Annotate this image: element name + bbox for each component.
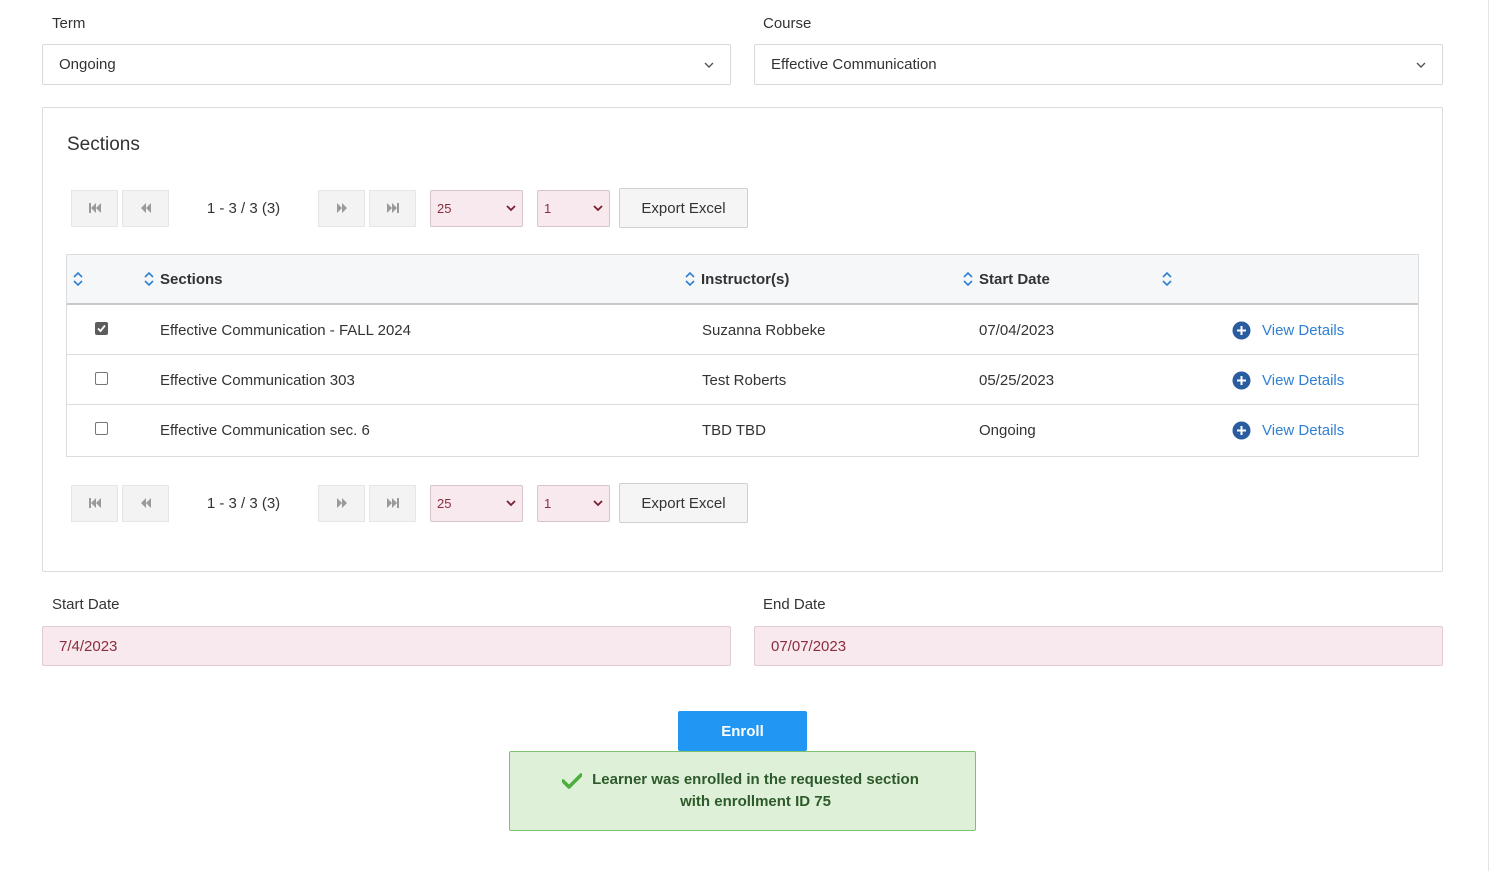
header-instructors[interactable]: Instructor(s) <box>685 255 789 303</box>
sort-icon <box>685 272 695 286</box>
end-date-label: End Date <box>763 596 826 613</box>
header-instructors-label: Instructor(s) <box>701 270 790 288</box>
chevron-down-icon <box>704 60 714 70</box>
plus-circle-icon <box>1232 371 1251 390</box>
section-name: Effective Communication - FALL 2024 <box>160 321 411 339</box>
chevron-down-icon <box>506 204 516 211</box>
last-page-icon <box>386 498 399 508</box>
pager-range-text: 1 - 3 / 3 (3) <box>206 199 281 217</box>
term-label: Term <box>52 15 86 32</box>
term-select[interactable]: Ongoing <box>42 44 731 85</box>
next-page-icon <box>336 203 347 213</box>
plus-circle-icon <box>1232 421 1251 440</box>
course-select[interactable]: Effective Communication <box>754 44 1443 85</box>
table-header: Sections Instructor(s) Start Date <box>67 255 1418 305</box>
view-details-link[interactable]: View Details <box>1232 305 1344 355</box>
page-number-select[interactable]: 1 <box>537 189 610 227</box>
success-alert: Learner was enrolled in the requested se… <box>509 751 976 831</box>
prev-page-icon <box>140 498 151 508</box>
header-sections-label: Sections <box>160 270 223 288</box>
table-row: Effective Communication 303 Test Roberts… <box>67 355 1418 405</box>
export-excel-button[interactable]: Export Excel <box>619 188 748 228</box>
chevron-down-icon <box>506 499 516 506</box>
first-page-icon <box>88 498 101 508</box>
pager-range-text: 1 - 3 / 3 (3) <box>206 494 281 512</box>
last-page-button[interactable] <box>369 189 416 227</box>
sort-icon <box>963 272 973 286</box>
page-number-value: 1 <box>544 495 552 511</box>
sort-icon <box>144 272 154 286</box>
first-page-button[interactable] <box>71 189 118 227</box>
checkmark-icon <box>97 324 106 333</box>
plus-circle-icon <box>1232 321 1251 340</box>
instructor-name: Suzanna Robbeke <box>702 321 826 339</box>
view-details-label: View Details <box>1262 371 1345 389</box>
alert-message: Learner was enrolled in the requested se… <box>592 771 919 810</box>
instructor-name: TBD TBD <box>702 421 766 439</box>
page-number-select[interactable]: 1 <box>537 484 610 522</box>
chevron-down-icon <box>593 499 603 506</box>
first-page-icon <box>88 203 101 213</box>
table-row: Effective Communication - FALL 2024 Suza… <box>67 305 1418 355</box>
instructor-name: Test Roberts <box>702 371 787 389</box>
view-details-link[interactable]: View Details <box>1232 405 1344 455</box>
course-select-value: Effective Communication <box>771 56 937 73</box>
header-sections[interactable]: Sections <box>144 255 223 303</box>
section-name: Effective Communication sec. 6 <box>160 421 370 439</box>
prev-page-button[interactable] <box>122 484 169 522</box>
end-date-input[interactable]: 07/07/2023 <box>754 626 1443 666</box>
enroll-button[interactable]: Enroll <box>678 711 807 751</box>
next-page-icon <box>336 498 347 508</box>
course-label: Course <box>763 15 812 32</box>
page-right-border <box>1488 0 1489 871</box>
sort-column-1[interactable] <box>73 255 89 303</box>
pager-top: 1 - 3 / 3 (3) 25 1 Export Excel <box>71 188 748 228</box>
last-page-icon <box>386 203 399 213</box>
check-icon <box>562 773 582 789</box>
chevron-down-icon <box>593 204 603 211</box>
term-select-value: Ongoing <box>59 56 116 73</box>
row-checkbox[interactable] <box>95 322 108 335</box>
start-date-label: Start Date <box>52 596 120 613</box>
sections-panel: Sections 1 - 3 / 3 (3) 25 1 Export Excel <box>42 107 1443 572</box>
page-size-select[interactable]: 25 <box>430 484 523 522</box>
view-details-label: View Details <box>1262 321 1345 339</box>
last-page-button[interactable] <box>369 484 416 522</box>
header-start-date-label: Start Date <box>979 270 1050 288</box>
prev-page-icon <box>140 203 151 213</box>
sort-icon <box>1162 272 1172 286</box>
start-date-input[interactable]: 7/4/2023 <box>42 626 731 666</box>
view-details-link[interactable]: View Details <box>1232 355 1344 405</box>
chevron-down-icon <box>1416 60 1426 70</box>
prev-page-button[interactable] <box>122 189 169 227</box>
start-date: Ongoing <box>979 421 1036 439</box>
sort-column-5[interactable] <box>1162 255 1178 303</box>
row-checkbox[interactable] <box>95 422 108 435</box>
row-checkbox[interactable] <box>95 372 108 385</box>
start-date: 07/04/2023 <box>979 321 1055 339</box>
pager-bottom: 1 - 3 / 3 (3) 25 1 Export Excel <box>71 483 748 523</box>
page-size-value: 25 <box>437 495 452 511</box>
page-size-select[interactable]: 25 <box>430 189 523 227</box>
page-size-value: 25 <box>437 200 452 216</box>
sort-icon <box>73 272 83 286</box>
next-page-button[interactable] <box>318 189 365 227</box>
first-page-button[interactable] <box>71 484 118 522</box>
sections-title: Sections <box>67 134 140 155</box>
section-name: Effective Communication 303 <box>160 371 355 389</box>
start-date: 05/25/2023 <box>979 371 1055 389</box>
table-row: Effective Communication sec. 6 TBD TBD O… <box>67 405 1418 455</box>
next-page-button[interactable] <box>318 484 365 522</box>
header-start-date[interactable]: Start Date <box>963 255 1050 303</box>
export-excel-button[interactable]: Export Excel <box>619 483 748 523</box>
view-details-label: View Details <box>1262 421 1345 439</box>
sections-table: Sections Instructor(s) Start Date Effect… <box>66 254 1419 457</box>
page-number-value: 1 <box>544 200 552 216</box>
